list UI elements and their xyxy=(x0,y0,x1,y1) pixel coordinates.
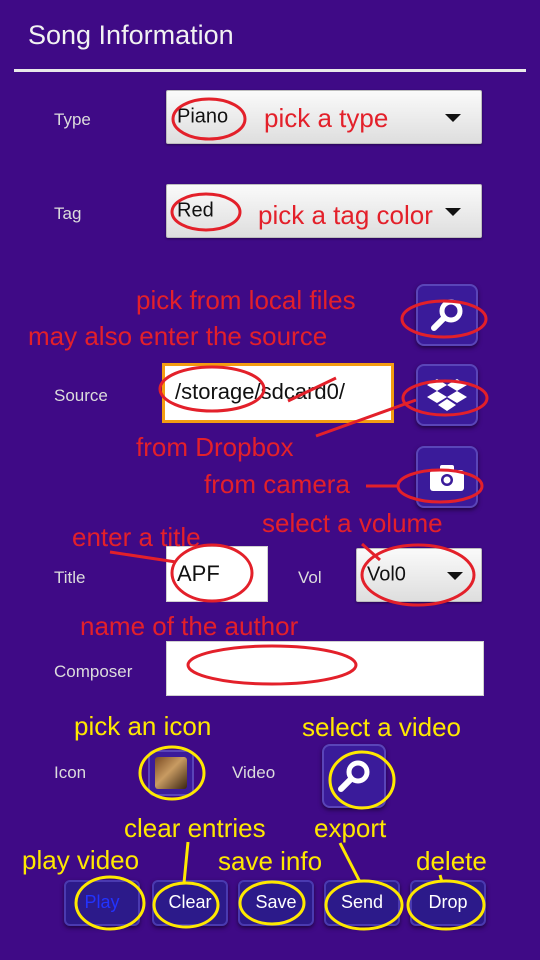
annotation-save-info: save info xyxy=(218,846,323,876)
composer-portrait-icon xyxy=(155,757,187,789)
annotation-pick-tag: pick a tag color xyxy=(258,200,433,230)
dropbox-icon xyxy=(427,379,467,411)
composer-label: Composer xyxy=(54,662,133,681)
annotation-enter-source: may also enter the source xyxy=(28,321,328,351)
composer-input[interactable] xyxy=(166,641,484,696)
search-icon xyxy=(338,760,370,792)
source-label: Source xyxy=(54,386,108,405)
video-label: Video xyxy=(232,763,276,782)
source-input[interactable]: /storage/sdcard0/ xyxy=(162,363,394,423)
annotation-pick-type: pick a type xyxy=(264,103,389,133)
play-button[interactable]: Play xyxy=(64,880,140,926)
icon-label: Icon xyxy=(54,763,87,782)
send-button[interactable]: Send xyxy=(324,880,400,926)
local-files-button[interactable] xyxy=(416,284,478,346)
annotation-select-volume: select a volume xyxy=(262,508,443,538)
title-value: APF xyxy=(177,561,220,586)
annotation-export: export xyxy=(314,813,387,843)
annotation-pick-icon: pick an icon xyxy=(74,711,212,741)
chevron-down-icon xyxy=(445,114,461,122)
vol-label: Vol xyxy=(298,568,322,587)
chevron-down-icon xyxy=(447,572,463,580)
page-title: Song Information xyxy=(28,20,234,50)
title-input[interactable]: APF xyxy=(166,546,268,602)
source-value: /storage/sdcard0/ xyxy=(175,379,345,404)
search-icon xyxy=(431,299,463,331)
annotation-from-camera: from camera xyxy=(204,469,350,499)
type-label: Type xyxy=(54,110,91,129)
camera-button[interactable] xyxy=(416,446,478,508)
clear-button[interactable]: Clear xyxy=(152,880,228,926)
annotation-clear-entries: clear entries xyxy=(124,813,266,843)
vol-spinner[interactable]: Vol0 xyxy=(356,548,482,602)
drop-button[interactable]: Drop xyxy=(410,880,486,926)
tag-label: Tag xyxy=(54,204,82,223)
annotation-from-dropbox: from Dropbox xyxy=(136,432,294,462)
annotation-enter-title: enter a title xyxy=(72,522,201,552)
icon-picker-button[interactable] xyxy=(148,750,194,796)
title-label: Title xyxy=(54,568,86,587)
camera-icon xyxy=(430,465,464,491)
annotation-select-video: select a video xyxy=(302,712,461,742)
select-video-button[interactable] xyxy=(322,744,386,808)
vol-value: Vol0 xyxy=(367,563,406,586)
annotation-delete: delete xyxy=(416,846,487,876)
dropbox-button[interactable] xyxy=(416,364,478,426)
chevron-down-icon xyxy=(445,208,461,216)
type-value: Piano xyxy=(177,105,229,128)
save-button[interactable]: Save xyxy=(238,880,314,926)
annotation-author-name: name of the author xyxy=(80,611,299,641)
annotation-pick-local: pick from local files xyxy=(136,285,356,315)
tag-value: Red xyxy=(177,199,214,222)
header-divider xyxy=(14,69,526,72)
annotation-play-video: play video xyxy=(22,845,140,875)
